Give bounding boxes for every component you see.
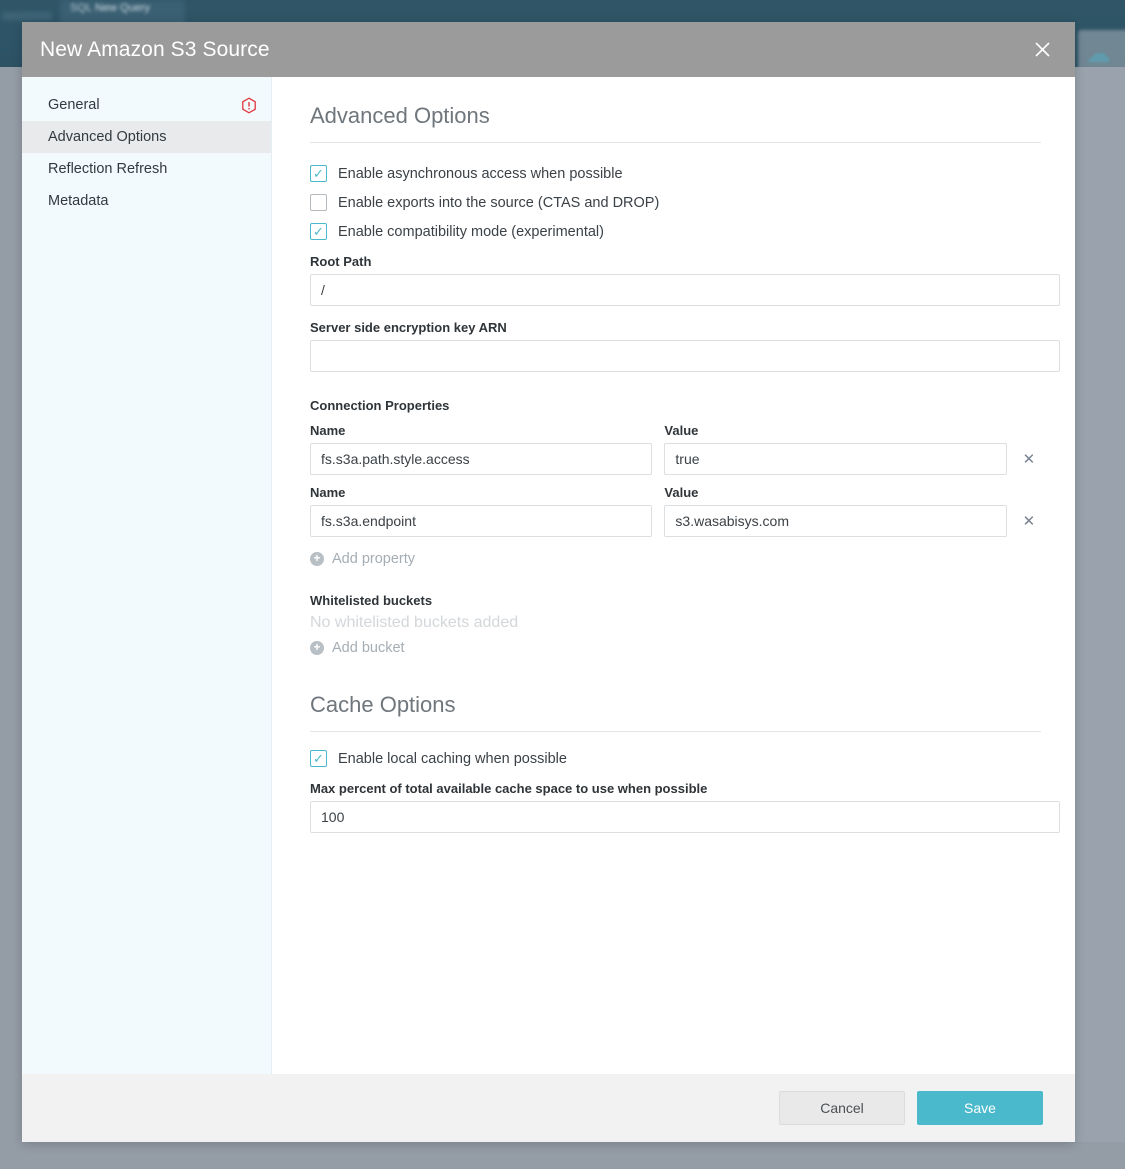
property-value-header: Value — [664, 423, 699, 438]
property-value-input[interactable] — [664, 505, 1007, 537]
advanced-options-heading: Advanced Options — [310, 103, 1041, 143]
checkbox-label: Enable asynchronous access when possible — [338, 165, 623, 182]
checkbox-exports[interactable] — [310, 194, 327, 211]
max-cache-percent-label: Max percent of total available cache spa… — [310, 781, 708, 796]
remove-x-icon[interactable]: ✕ — [1017, 505, 1041, 537]
dialog-footer: Cancel Save — [22, 1074, 1075, 1142]
plus-circle-icon: + — [310, 552, 324, 566]
add-bucket-label: Add bucket — [332, 640, 405, 656]
property-name-input[interactable] — [310, 443, 653, 475]
sidebar-item-metadata[interactable]: Metadata — [22, 185, 271, 217]
sidebar-item-advanced-options[interactable]: Advanced Options — [22, 121, 271, 153]
dialog-title: New Amazon S3 Source — [40, 37, 270, 61]
property-name-group: Name — [310, 413, 653, 475]
checkbox-row-async-access[interactable]: ✓ Enable asynchronous access when possib… — [310, 165, 1041, 182]
background-breadcrumb — [2, 12, 52, 20]
whitelisted-buckets-label: Whitelisted buckets — [310, 593, 433, 608]
connection-properties-label: Connection Properties — [310, 398, 450, 413]
root-path-label: Root Path — [310, 254, 372, 269]
checkbox-async-access[interactable]: ✓ — [310, 165, 327, 182]
property-value-group: Value — [664, 413, 1007, 475]
checkbox-compatibility-mode[interactable]: ✓ — [310, 223, 327, 240]
whitelisted-buckets-empty-text: No whitelisted buckets added — [310, 614, 519, 631]
root-path-input[interactable] — [310, 274, 1060, 306]
background-overlay-left — [0, 67, 22, 1142]
dialog-content: Advanced Options ✓ Enable asynchronous a… — [272, 77, 1075, 1074]
save-button[interactable]: Save — [917, 1091, 1043, 1125]
cloud-upload-icon: ☁ — [1085, 38, 1111, 68]
property-value-group: Value — [664, 475, 1007, 537]
sidebar-item-label: General — [48, 97, 100, 113]
checkbox-row-exports[interactable]: Enable exports into the source (CTAS and… — [310, 194, 1041, 211]
max-cache-percent-input[interactable] — [310, 801, 1060, 833]
background-overlay-bottom — [0, 1142, 1125, 1169]
dialog-sidebar: General Advanced Options Reflection Refr… — [22, 77, 272, 1074]
dialog-header: New Amazon S3 Source — [22, 22, 1075, 77]
checkbox-label: Enable compatibility mode (experimental) — [338, 223, 604, 240]
checkbox-label: Enable local caching when possible — [338, 750, 567, 767]
property-name-group: Name — [310, 475, 653, 537]
checkbox-local-caching[interactable]: ✓ — [310, 750, 327, 767]
cache-options-heading: Cache Options — [310, 692, 1041, 732]
property-name-header: Name — [310, 423, 346, 438]
new-s3-source-dialog: New Amazon S3 Source General Advanced Op… — [22, 22, 1075, 1142]
error-hexagon-icon — [241, 96, 257, 114]
sse-key-arn-label: Server side encryption key ARN — [310, 320, 507, 335]
plus-circle-icon: + — [310, 641, 324, 655]
connection-property-row: Name Value ✕ — [310, 475, 1041, 537]
cancel-button[interactable]: Cancel — [779, 1091, 905, 1125]
property-value-input[interactable] — [664, 443, 1007, 475]
close-icon[interactable] — [1027, 35, 1057, 65]
background-overlay-right — [1075, 67, 1125, 1142]
checkbox-label: Enable exports into the source (CTAS and… — [338, 194, 660, 211]
add-bucket-button[interactable]: + Add bucket — [310, 640, 405, 656]
checkbox-row-local-caching[interactable]: ✓ Enable local caching when possible — [310, 750, 1041, 767]
check-mark-icon: ✓ — [313, 224, 324, 239]
check-mark-icon: ✓ — [313, 166, 324, 181]
property-name-header: Name — [310, 485, 346, 500]
sse-key-arn-input[interactable] — [310, 340, 1060, 372]
sidebar-item-label: Advanced Options — [48, 129, 167, 145]
add-property-label: Add property — [332, 551, 416, 567]
sidebar-item-general[interactable]: General — [22, 89, 271, 121]
sidebar-item-label: Metadata — [48, 193, 109, 209]
dialog-body: General Advanced Options Reflection Refr… — [22, 77, 1075, 1074]
background-query-tab-label: New Query — [95, 2, 151, 14]
check-mark-icon: ✓ — [313, 751, 324, 766]
checkbox-row-compatibility-mode[interactable]: ✓ Enable compatibility mode (experimenta… — [310, 223, 1041, 240]
property-name-input[interactable] — [310, 505, 653, 537]
add-property-button[interactable]: + Add property — [310, 551, 415, 567]
remove-x-icon[interactable]: ✕ — [1017, 443, 1041, 475]
sidebar-item-reflection-refresh[interactable]: Reflection Refresh — [22, 153, 271, 185]
sql-icon: SQL — [70, 2, 93, 14]
sidebar-item-label: Reflection Refresh — [48, 161, 168, 177]
connection-property-row: Name Value ✕ — [310, 413, 1041, 475]
property-value-header: Value — [664, 485, 699, 500]
